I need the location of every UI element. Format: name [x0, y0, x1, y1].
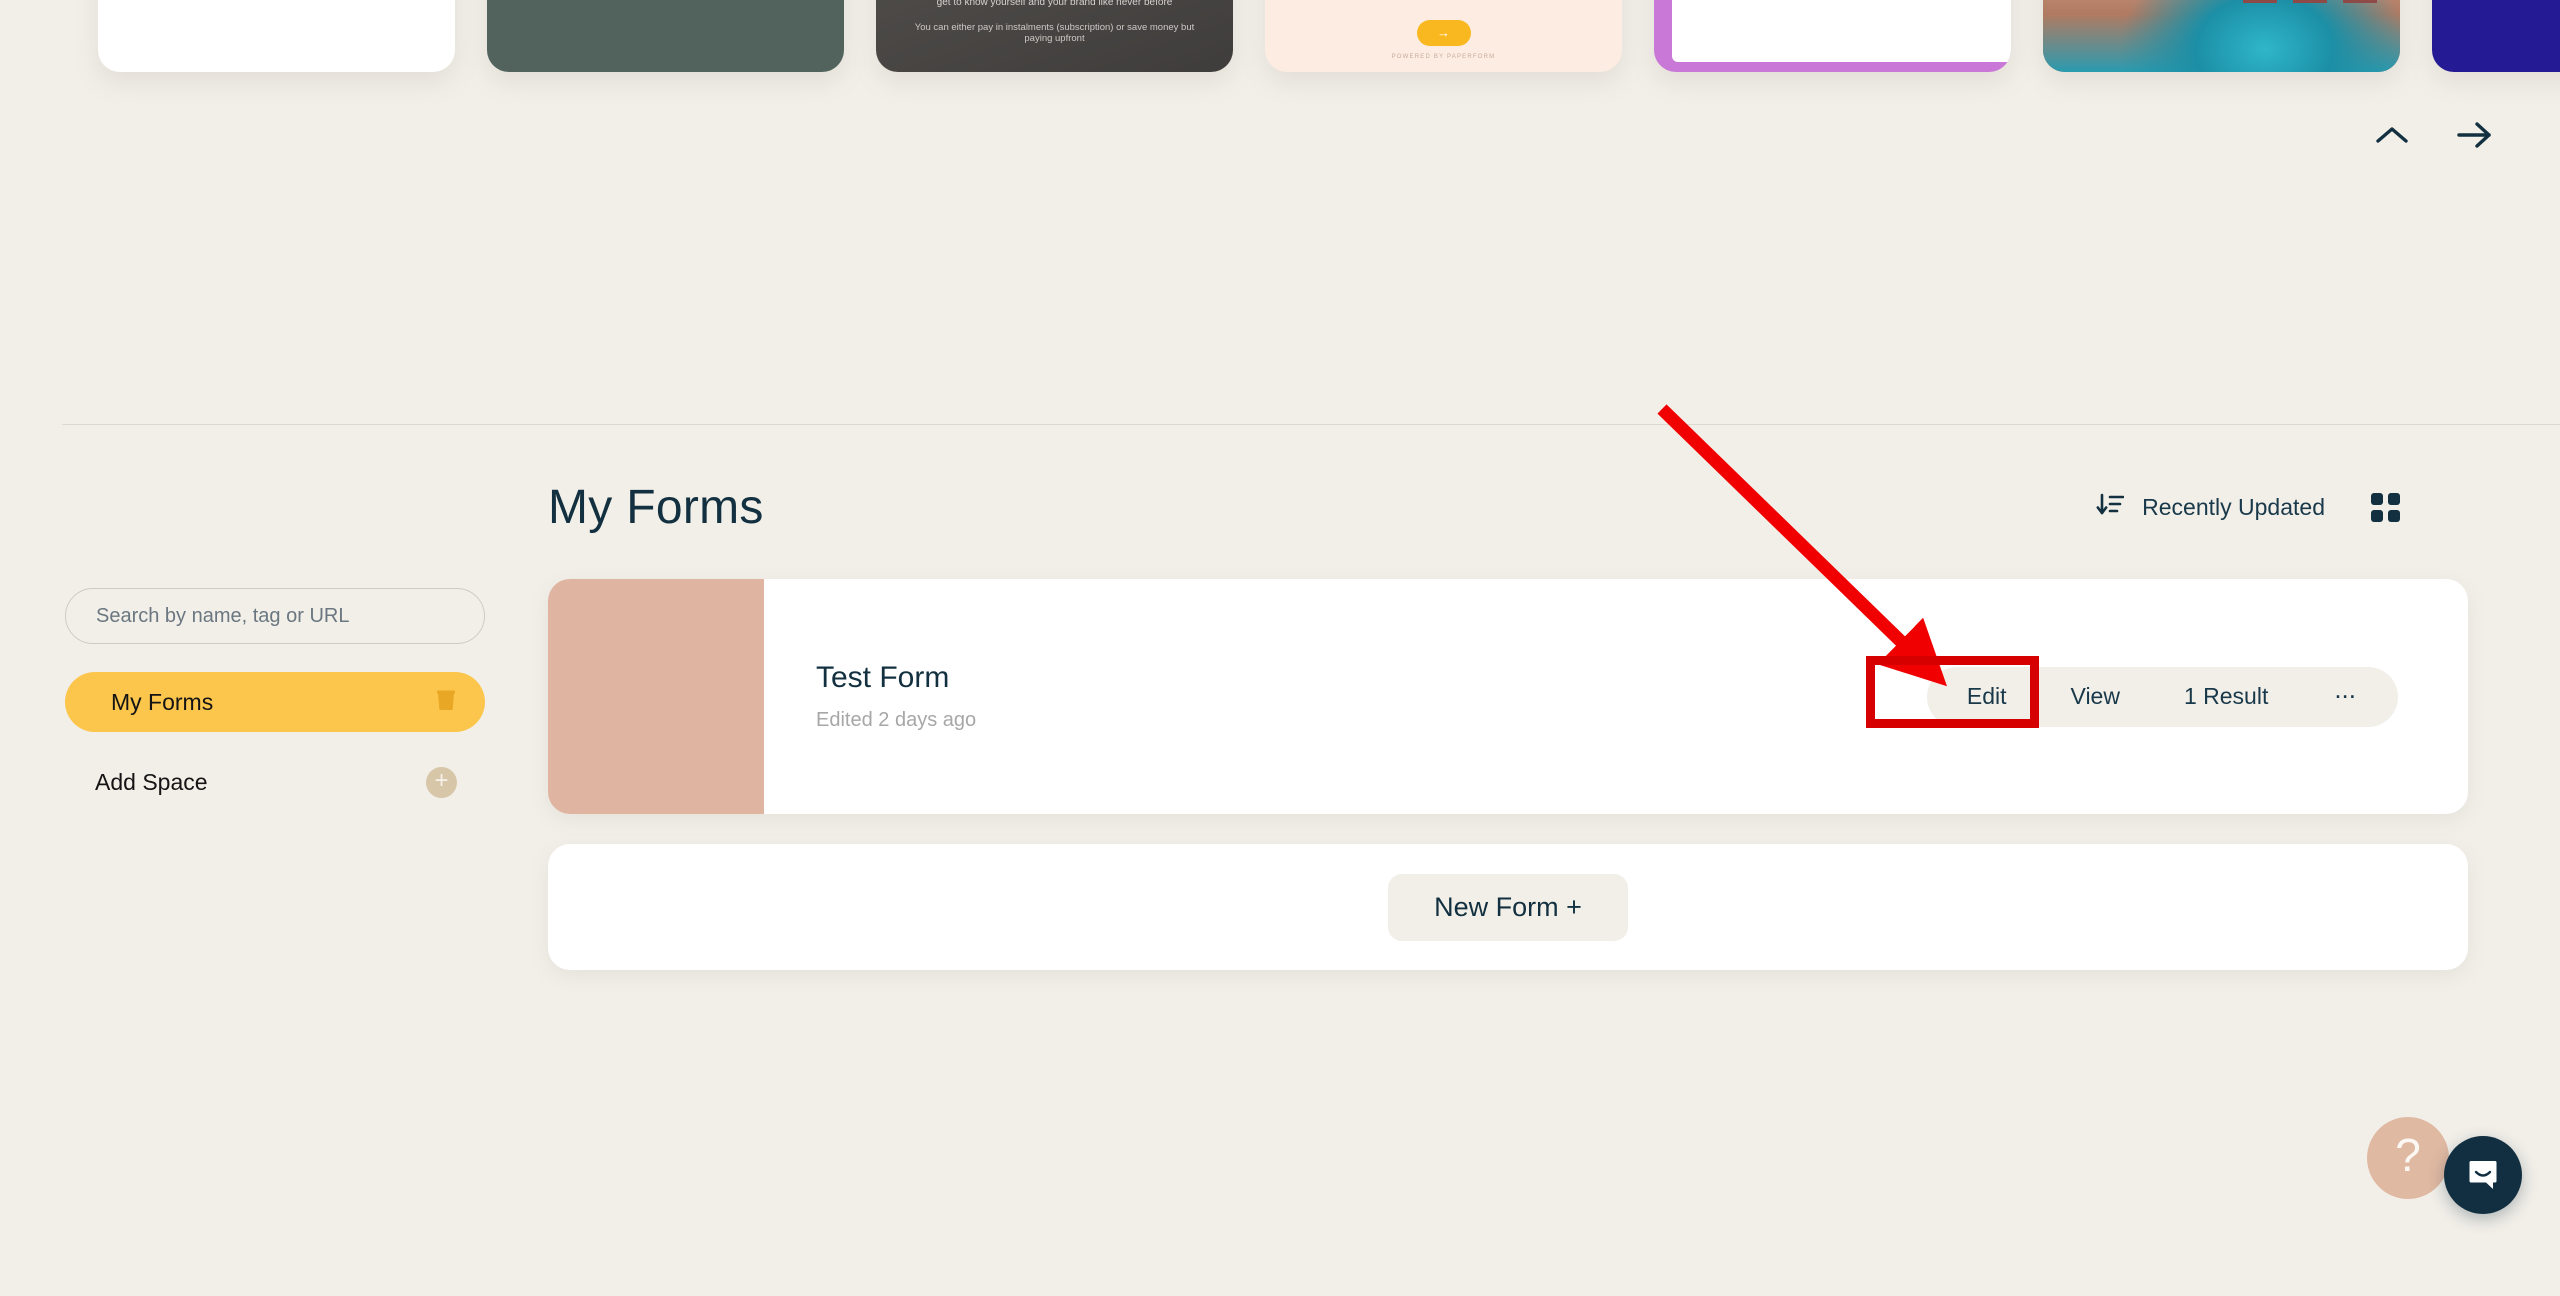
form-meta: Test Form Edited 2 days ago [764, 661, 1927, 732]
photo-arch-shape [2292, 0, 2327, 3]
form-edited-timestamp: Edited 2 days ago [816, 709, 977, 731]
section-divider [62, 424, 2560, 425]
sidebar: My Forms Add Space + [65, 588, 485, 810]
new-form-card: New Form + [548, 844, 2468, 970]
more-options-button[interactable]: ... [2300, 667, 2390, 727]
edit-button[interactable]: Edit [1935, 667, 2039, 727]
form-name: Test Form [816, 661, 950, 694]
template-card-getting-to-know-you[interactable]: "getting to know you" get to know yourse… [876, 0, 1233, 72]
grid-cell [2371, 493, 2383, 505]
template-card-purple-form[interactable]: Female Other Date of birth* [1654, 0, 2011, 72]
form-actions: Edit View 1 Result ... [1926, 666, 2398, 727]
sidebar-item-label: My Forms [111, 688, 214, 715]
carousel-navigation [2370, 113, 2498, 157]
villa-photo-image [2043, 0, 2400, 72]
template-card-powered-by: POWERED BY PAPERFORM [1391, 54, 1496, 60]
add-space-label: Add Space [95, 768, 208, 795]
template-card-note: You can either pay in instalments (subsc… [914, 22, 1195, 44]
new-form-button[interactable]: New Form + [1388, 873, 1628, 941]
arrow-right-icon[interactable] [2454, 113, 2498, 157]
template-card-peach[interactable]: → POWERED BY PAPERFORM [1265, 0, 1622, 72]
sort-descending-icon [2096, 492, 2125, 523]
grid-cell [2388, 510, 2400, 522]
sidebar-item-add-space[interactable]: Add Space + [65, 754, 485, 810]
template-card-villa-photo[interactable] [2043, 0, 2400, 72]
main-content: My Forms Recently Updated Test Form Edit… [548, 480, 2468, 970]
view-button[interactable]: View [2039, 667, 2152, 727]
chat-launcher-button[interactable] [2444, 1136, 2522, 1214]
template-card-subtitle: get to know yourself and your brand like… [936, 0, 1173, 8]
sort-control[interactable]: Recently Updated [2096, 492, 2325, 523]
template-card-indigo-form[interactable]: Email* What are you looking for?* Graphi… [2432, 0, 2560, 72]
main-header: My Forms Recently Updated [548, 480, 2468, 535]
form-row[interactable]: Test Form Edited 2 days ago Edit View 1 … [548, 579, 2468, 814]
template-card-text: "getting to know you" get to know yourse… [876, 0, 1233, 44]
grid-view-icon[interactable] [2371, 493, 2400, 522]
results-button[interactable]: 1 Result [2152, 667, 2300, 727]
template-card-blank[interactable] [98, 0, 455, 72]
search-input[interactable] [65, 588, 485, 644]
sort-label: Recently Updated [2142, 494, 2325, 520]
photo-arch-shape [2242, 0, 2277, 3]
grid-cell [2371, 510, 2383, 522]
chevron-up-icon[interactable] [2370, 113, 2414, 157]
page-title: My Forms [548, 481, 764, 534]
template-card-sage[interactable] [487, 0, 844, 72]
form-thumbnail [548, 579, 764, 814]
template-carousel: "getting to know you" get to know yourse… [0, 0, 2560, 72]
main-header-controls: Recently Updated [2096, 492, 2400, 523]
template-form-preview: Female Other Date of birth* [1672, 0, 2011, 62]
photo-arch-shape [2342, 0, 2377, 3]
plus-circle-icon[interactable]: + [426, 766, 457, 798]
template-card-footer-group: → POWERED BY PAPERFORM [1265, 20, 1622, 60]
trash-icon[interactable] [435, 688, 457, 717]
question-mark-icon: ? [2395, 1129, 2421, 1181]
chat-bubble-icon [2469, 1161, 2497, 1189]
help-button[interactable]: ? [2367, 1117, 2449, 1199]
arrow-right-icon: → [1416, 20, 1471, 46]
sidebar-item-my-forms[interactable]: My Forms [65, 672, 485, 732]
grid-cell [2388, 493, 2400, 505]
